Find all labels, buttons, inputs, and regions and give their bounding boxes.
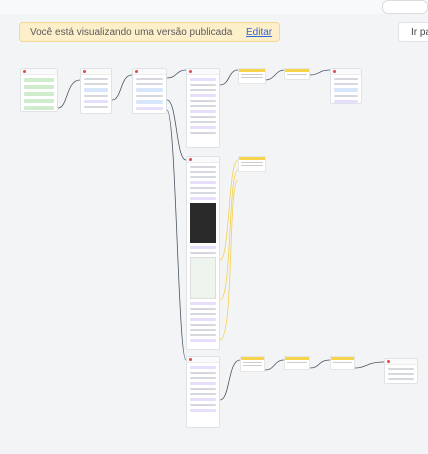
flow-note[interactable] [330,356,355,370]
flow-note[interactable] [284,68,310,80]
flow-canvas[interactable] [0,0,428,454]
flow-node[interactable] [384,358,418,384]
flow-node[interactable] [186,68,220,148]
flow-node[interactable] [186,156,220,350]
flow-note[interactable] [284,356,310,370]
flow-node[interactable] [132,68,167,114]
flow-note[interactable] [240,356,265,372]
flow-note[interactable] [238,156,266,172]
flow-node[interactable] [80,68,112,114]
flow-node[interactable] [20,68,58,112]
flow-node[interactable] [186,356,220,428]
flow-note[interactable] [238,68,266,84]
flow-node[interactable] [330,68,362,104]
